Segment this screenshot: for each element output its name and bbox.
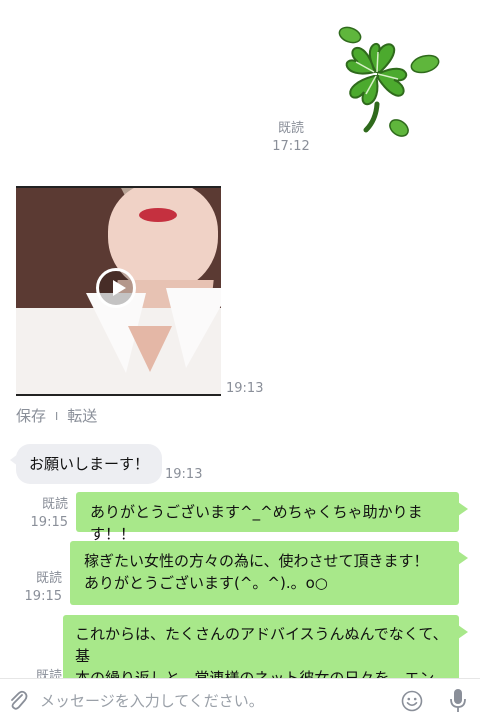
message-input-bar xyxy=(0,678,480,723)
four-leaf-clover-sticker[interactable] xyxy=(328,22,446,142)
paperclip-icon[interactable] xyxy=(8,690,28,712)
chat-area[interactable]: 既読 17:12 19:13 保存 I 転送 お願いしまーす！ 19:13 既読 1… xyxy=(0,0,480,678)
message-time: 19:15 xyxy=(24,589,62,604)
read-receipt: 既読 xyxy=(35,571,62,586)
read-receipt: 既読 xyxy=(277,121,304,136)
forward-button[interactable]: 転送 xyxy=(67,405,97,426)
video-actions: 保存 I 転送 xyxy=(16,405,97,426)
message-text-line: ありがとうございます(^。^).。o○ xyxy=(84,574,328,592)
message-time: 17:12 xyxy=(272,139,310,154)
message-text: お願いしまーす！ xyxy=(29,455,150,473)
message-input[interactable] xyxy=(40,689,380,713)
message-time: 19:13 xyxy=(226,381,264,396)
smiley-icon[interactable] xyxy=(401,690,423,712)
outgoing-message-bubble[interactable]: これからは、たくさんのアドバイスうんぬんでなくて、基 本の繰り返しと、常連様のネ… xyxy=(63,615,468,678)
message-text: ありがとうございます^_^めちゃくちゃ助かります！！ xyxy=(90,503,423,543)
action-separator: I xyxy=(55,410,59,423)
incoming-message-bubble[interactable]: お願いしまーす！ xyxy=(9,444,163,484)
outgoing-message-bubble[interactable]: ありがとうございます^_^めちゃくちゃ助かります！！ xyxy=(76,492,468,543)
message-time: 19:15 xyxy=(30,515,68,530)
message-text-line: これからは、たくさんのアドバイスうんぬんでなくて、基 xyxy=(75,625,448,665)
microphone-icon[interactable] xyxy=(449,688,467,714)
outgoing-message-bubble[interactable]: 稼ぎたい女性の方々の為に、使わさせて頂きます！ ありがとうございます(^。^).… xyxy=(70,541,468,605)
message-text-line: 本の繰り返しと、常連様のネット彼女の日々を、エン xyxy=(75,669,435,678)
read-receipt: 既読 xyxy=(41,497,68,512)
message-time: 19:13 xyxy=(165,467,203,482)
play-icon[interactable] xyxy=(96,268,136,308)
read-receipt: 既読 xyxy=(35,669,62,678)
video-thumbnail[interactable] xyxy=(16,186,221,396)
message-text-line: 稼ぎたい女性の方々の為に、使わさせて頂きます！ xyxy=(84,552,429,570)
save-button[interactable]: 保存 xyxy=(16,405,46,426)
